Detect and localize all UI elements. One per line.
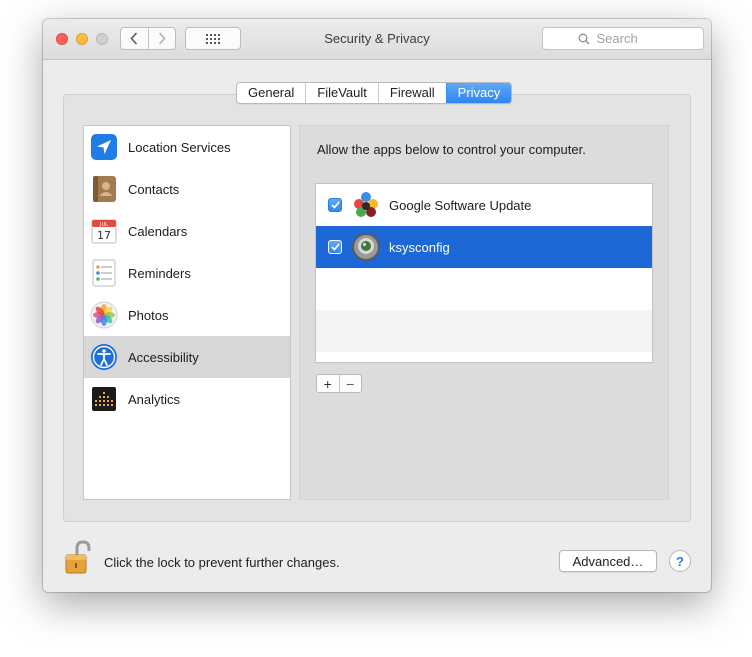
app-name: ksysconfig	[389, 239, 450, 255]
sidebar-item-contacts[interactable]: Contacts	[84, 168, 290, 210]
tab-filevault[interactable]: FileVault	[305, 83, 378, 103]
sidebar-item-label: Photos	[128, 307, 169, 323]
chevron-left-icon	[130, 32, 138, 45]
checkmark-icon	[330, 201, 340, 209]
analytics-icon	[92, 387, 116, 411]
tab-general[interactable]: General	[237, 83, 305, 103]
app-row-google-software-update[interactable]: Google Software Update	[316, 184, 652, 226]
sidebar-item-location-services[interactable]: Location Services	[84, 126, 290, 168]
contacts-icon	[93, 176, 116, 202]
sidebar-item-label: Calendars	[128, 223, 188, 239]
show-all-button[interactable]	[185, 27, 241, 50]
remove-app-button[interactable]: −	[338, 375, 362, 392]
add-app-button[interactable]: +	[317, 375, 339, 392]
sidebar-item-reminders[interactable]: Reminders	[84, 252, 290, 294]
advanced-button[interactable]: Advanced…	[559, 550, 657, 572]
accessibility-pane: Allow the apps below to control your com…	[299, 125, 669, 500]
pane-description: Allow the apps below to control your com…	[317, 142, 586, 157]
accessibility-icon	[91, 344, 117, 370]
app-name: Google Software Update	[389, 197, 532, 213]
app-list: Google Software Update ksysconfig	[315, 183, 653, 363]
window-title: Security & Privacy	[324, 31, 430, 46]
sidebar-item-photos[interactable]: Photos	[84, 294, 290, 336]
sidebar-item-label: Location Services	[128, 139, 231, 155]
search-field[interactable]	[542, 27, 704, 50]
checkmark-icon	[330, 243, 340, 251]
lock-icon[interactable]	[63, 539, 95, 575]
tab-firewall[interactable]: Firewall	[377, 83, 446, 103]
tab-bar: General FileVault Firewall Privacy	[236, 82, 513, 104]
close-window-button[interactable]	[56, 33, 68, 45]
location-icon	[91, 134, 117, 160]
add-remove-control: + −	[316, 374, 362, 393]
calendar-icon-month: JUL	[99, 222, 108, 228]
back-forward-group	[120, 27, 176, 50]
title-bar: Security & Privacy	[43, 19, 711, 60]
privacy-category-list: Location Services Contacts JUL 17 Calend…	[83, 125, 291, 500]
app-checkbox[interactable]	[328, 198, 342, 212]
empty-row	[316, 268, 652, 310]
app-row-ksysconfig[interactable]: ksysconfig	[316, 226, 652, 268]
grid-icon	[206, 33, 220, 44]
lock-message: Click the lock to prevent further change…	[104, 555, 340, 570]
sidebar-item-label: Analytics	[128, 391, 181, 407]
google-software-update-icon	[354, 192, 378, 217]
app-checkbox[interactable]	[328, 240, 342, 254]
sidebar-item-calendars[interactable]: JUL 17 Calendars	[84, 210, 290, 252]
zoom-window-button[interactable]	[96, 33, 108, 45]
search-icon	[578, 33, 589, 44]
photos-icon	[90, 301, 118, 329]
sidebar-item-label: Accessibility	[128, 349, 199, 365]
sidebar-item-label: Reminders	[128, 265, 191, 281]
calendar-icon-day: 17	[97, 229, 111, 242]
reminders-icon	[92, 259, 116, 287]
chevron-right-icon	[158, 32, 166, 45]
help-button[interactable]: ?	[669, 550, 691, 572]
back-button[interactable]	[121, 28, 148, 49]
search-input[interactable]	[594, 30, 669, 47]
ksysconfig-icon	[352, 233, 380, 261]
sidebar-item-label: Contacts	[128, 181, 180, 197]
minimize-window-button[interactable]	[76, 33, 88, 45]
tab-privacy[interactable]: Privacy	[445, 83, 512, 103]
sidebar-item-analytics[interactable]: Analytics	[84, 378, 290, 420]
security-privacy-window: Security & Privacy General FileVault Fir…	[43, 19, 711, 592]
forward-button[interactable]	[147, 28, 176, 49]
sidebar-item-accessibility[interactable]: Accessibility	[84, 336, 290, 378]
calendar-icon: JUL 17	[91, 219, 117, 244]
empty-row	[316, 310, 652, 352]
